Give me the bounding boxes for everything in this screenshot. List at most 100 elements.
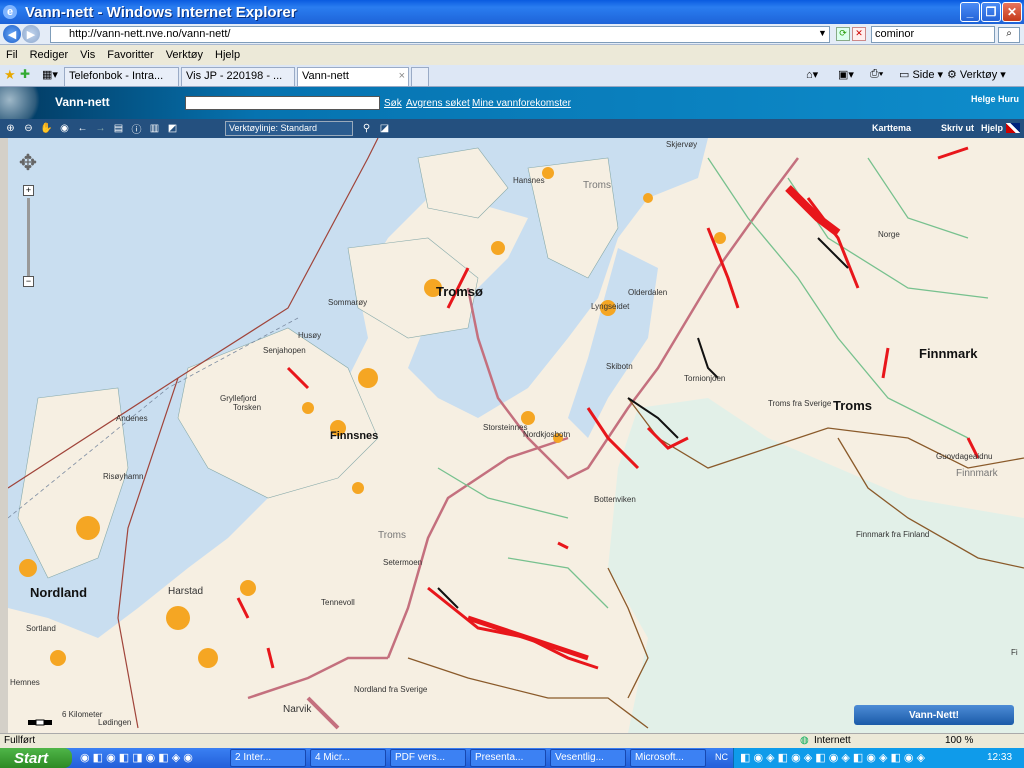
forward-button[interactable]: ▶ <box>22 25 40 43</box>
menu-file[interactable]: Fil <box>6 49 18 61</box>
system-tray: ◧ ◉ ◈ ◧ ◉ ◈ ◧ ◉ ◈ ◧ ◉ ◈ ◧ ◉ ◈ 12:33 <box>733 748 1024 768</box>
label-husoy: Husøy <box>298 331 322 340</box>
url-dropdown-icon[interactable]: ▼ <box>818 28 827 38</box>
vann-nett-button[interactable]: Vann-Nett! <box>854 705 1014 725</box>
map-theme-link[interactable]: Karttema <box>872 123 911 133</box>
zone-text: Internett <box>814 735 851 746</box>
maximize-button[interactable]: ❐ <box>981 2 1001 22</box>
tool-settings-icon[interactable]: ◪ <box>378 122 391 135</box>
full-extent-icon[interactable]: ◉ <box>58 122 71 135</box>
label-skjervoy: Skjervøy <box>666 140 698 149</box>
label-fi: Fi <box>1011 648 1018 657</box>
label-troms-gray2: Troms <box>378 530 406 541</box>
help-link[interactable]: Hjelp <box>981 123 1003 133</box>
label-sommaroy: Sommarøy <box>328 298 368 307</box>
home-icon[interactable]: ⌂▾ <box>806 68 818 81</box>
tab-bar: ★ ✚ ▦▾ Telefonbok - Intra... Vis JP - 22… <box>0 65 1024 87</box>
task-pdf[interactable]: PDF vers... <box>390 749 466 767</box>
tools-menu[interactable]: ⚙ Verktøy ▾ <box>947 68 1006 81</box>
menu-favorites[interactable]: Favoritter <box>107 49 153 61</box>
label-nordkjosbotn: Nordkjosbotn <box>523 430 571 439</box>
menu-help[interactable]: Hjelp <box>215 49 240 61</box>
info-icon[interactable]: ⓘ <box>130 122 143 136</box>
feeds-icon[interactable]: ▣▾ <box>838 68 854 81</box>
label-olderdalen: Olderdalen <box>628 288 668 297</box>
favorites-star-icon[interactable]: ★ <box>4 67 16 83</box>
label-troms-gray: Troms <box>583 180 611 191</box>
zoom-control: ✥ + − <box>12 146 42 287</box>
close-button[interactable]: ✕ <box>1002 2 1022 22</box>
tab-close-icon[interactable]: × <box>399 70 405 82</box>
zoom-slider-track[interactable] <box>27 198 30 276</box>
zoom-plus-button[interactable]: + <box>23 185 34 196</box>
zoom-level[interactable]: 100 % <box>945 735 973 746</box>
refresh-icon[interactable]: ⟳ <box>836 27 850 41</box>
select-icon[interactable]: ▤ <box>112 122 125 135</box>
previous-extent-icon[interactable]: ← <box>76 122 89 135</box>
page-menu[interactable]: ▭ Side ▾ <box>899 68 943 81</box>
zoom-in-icon[interactable]: ⊕ <box>4 122 17 135</box>
tab-telefonbok[interactable]: Telefonbok - Intra... <box>64 67 179 86</box>
tray-icons[interactable]: ◧ ◉ ◈ ◧ ◉ ◈ ◧ ◉ ◈ ◧ ◉ ◈ ◧ ◉ ◈ <box>740 751 925 764</box>
back-button[interactable]: ◀ <box>3 25 21 43</box>
refine-search-link[interactable]: Avgrens søket <box>406 98 470 109</box>
window-titlebar: e Vann-nett - Windows Internet Explorer … <box>0 0 1024 24</box>
quick-tabs-icon[interactable]: ▦▾ <box>42 68 58 81</box>
label-lodingen: Lødingen <box>98 718 132 727</box>
label-guovdageaidnu: Guovdageaidnu <box>936 452 993 461</box>
add-favorite-icon[interactable]: ✚ <box>20 67 30 81</box>
menu-view[interactable]: Vis <box>80 49 95 61</box>
quicklaunch-icons[interactable]: ◉ ◧ ◉ ◧ ◨ ◉ ◧ ◈ ◉ <box>80 751 193 764</box>
search-icon[interactable]: ⌕ <box>998 27 1020 43</box>
internet-zone-icon: ◍ <box>800 735 809 746</box>
uk-flag-icon[interactable] <box>1006 123 1020 133</box>
label-andenes: Andenes <box>116 414 148 423</box>
zoom-out-icon[interactable]: ⊖ <box>22 122 35 135</box>
zoom-minus-button[interactable]: − <box>23 276 34 287</box>
label-troms-sverige: Troms fra Sverige <box>768 399 832 408</box>
map-toolbar: ⊕ ⊖ ✋ ◉ ← → ▤ ⓘ ▥ ◩ Verktøylinje: Standa… <box>0 119 1024 138</box>
address-bar: ◀ ▶ http://vann-nett.nve.no/vann-nett/ ▼… <box>0 24 1024 45</box>
task-microsoft2[interactable]: Microsoft... <box>630 749 706 767</box>
print-link[interactable]: Skriv ut <box>941 123 974 133</box>
my-waterbodies-link[interactable]: Mine vannforekomster <box>472 98 571 109</box>
map-canvas[interactable]: ✥ + − Tromsø Finnsnes Nordland Finnmark … <box>8 138 1024 733</box>
print-icon[interactable]: ⎙▾ <box>870 68 883 81</box>
label-lyngseidet: Lyngseidet <box>591 302 630 311</box>
task-microsoft[interactable]: 4 Micr... <box>310 749 386 767</box>
task-internet-explorer[interactable]: 2 Inter... <box>230 749 306 767</box>
label-finnmark-finland: Finnmark fra Finland <box>856 530 930 539</box>
next-extent-icon[interactable]: → <box>94 122 107 135</box>
search-link[interactable]: Søk <box>384 98 402 109</box>
search-input[interactable]: cominor <box>871 26 995 43</box>
menu-edit[interactable]: Rediger <box>30 49 69 61</box>
menu-tools[interactable]: Verktøy <box>166 49 203 61</box>
status-text: Fullført <box>4 735 36 746</box>
start-button[interactable]: Start <box>0 748 72 768</box>
label-tromso: Tromsø <box>436 284 483 299</box>
stop-icon[interactable]: ✕ <box>852 27 866 41</box>
label-tornionjoen: Tornionjoen <box>684 374 726 383</box>
tool-pointer-icon[interactable]: ⚲ <box>360 122 373 135</box>
pan-hand-icon[interactable]: ✋ <box>40 122 53 135</box>
url-input[interactable]: http://vann-nett.nve.no/vann-nett/ <box>50 26 830 43</box>
task-presentation[interactable]: Presenta... <box>470 749 546 767</box>
window-title: Vann-nett - Windows Internet Explorer <box>25 3 297 21</box>
label-risoyhamn: Risøyhamn <box>103 472 144 481</box>
language-indicator[interactable]: NC <box>715 752 728 762</box>
label-storsteinnes: Storsteinnes <box>483 423 528 432</box>
app-search-input[interactable] <box>185 96 380 110</box>
clock[interactable]: 12:33 <box>987 752 1012 763</box>
layers-icon[interactable]: ▥ <box>148 122 161 135</box>
label-finnmark-small: Finnmark <box>956 468 998 479</box>
measure-icon[interactable]: ◩ <box>166 122 179 135</box>
tab-vis-jp[interactable]: Vis JP - 220198 - ... <box>181 67 295 86</box>
new-tab-button[interactable] <box>411 67 429 86</box>
pan-arrows-icon[interactable]: ✥ <box>15 150 41 176</box>
taskbar: Start ◉ ◧ ◉ ◧ ◨ ◉ ◧ ◈ ◉ 2 Inter... 4 Mic… <box>0 748 1024 768</box>
toolbar-select[interactable]: Verktøylinje: Standard <box>225 121 353 136</box>
minimize-button[interactable]: _ <box>960 2 980 22</box>
task-vesentlig[interactable]: Vesentlig... <box>550 749 626 767</box>
app-logo: Vann-nett <box>55 95 110 109</box>
tab-vann-nett[interactable]: Vann-nett × <box>297 67 409 86</box>
